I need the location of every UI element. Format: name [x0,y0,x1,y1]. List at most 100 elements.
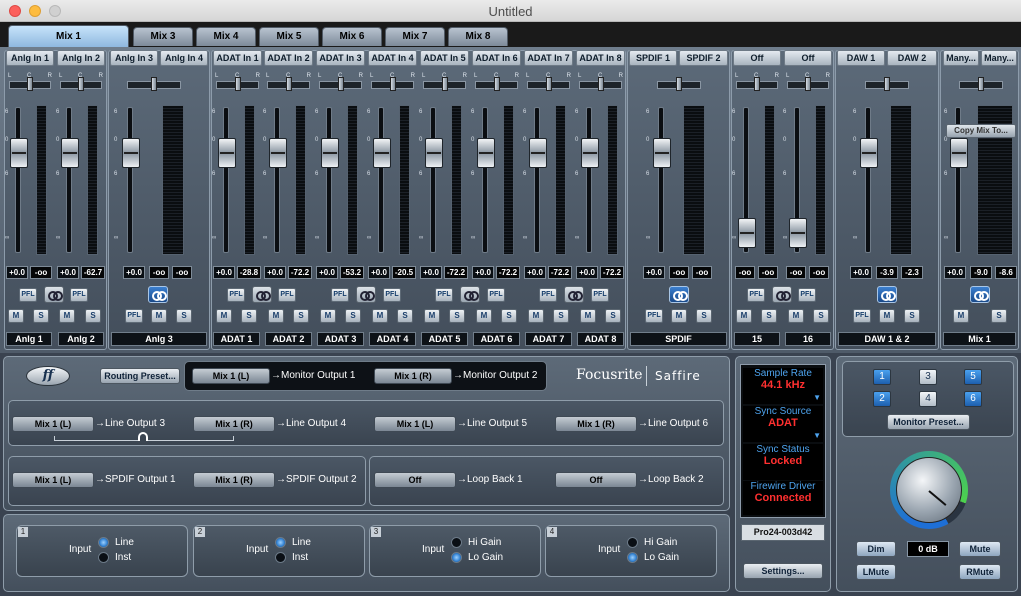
route-source-select[interactable]: Off [374,472,456,488]
mute-button[interactable]: M [320,309,336,323]
pfl-button[interactable]: PFL [125,309,143,323]
tab-mix-7[interactable]: Mix 7 [385,27,445,46]
tab-mix-8[interactable]: Mix 8 [448,27,508,46]
pfl-button[interactable]: PFL [798,288,816,302]
mute-button[interactable]: M [528,309,544,323]
solo-button[interactable]: S [449,309,465,323]
solo-button[interactable]: S [696,309,712,323]
pan-slider[interactable]: LCR [368,72,417,100]
solo-button[interactable]: S [85,309,101,323]
stereo-link-button[interactable] [970,286,990,303]
mute-button[interactable]: M [736,309,752,323]
tab-mix-3[interactable]: Mix 3 [133,27,193,46]
pan-slider[interactable]: LCR [264,72,313,100]
pan-slider[interactable]: LCR [524,72,573,100]
channel-label[interactable]: Many... [981,50,1017,66]
solo-button[interactable]: S [293,309,309,323]
pfl-button[interactable]: PFL [487,288,505,302]
pfl-button[interactable]: PFL [278,288,296,302]
lo-gain-radio[interactable] [627,552,638,563]
channel-label[interactable]: Anlg In 2 [57,50,105,66]
fader[interactable] [373,107,391,253]
channel-label[interactable]: Off [733,50,781,66]
stereo-link-button[interactable] [772,286,792,303]
solo-button[interactable]: S [605,309,621,323]
pan-slider[interactable]: LCR [57,72,105,100]
mute-button[interactable]: M [216,309,232,323]
stereo-link-button[interactable] [356,286,376,303]
channel-label[interactable]: ADAT In 8 [576,50,625,66]
route-source-select[interactable]: Off [555,472,637,488]
pan-slider[interactable] [956,72,1006,100]
stereo-link-button[interactable] [252,286,272,303]
line-radio[interactable] [275,537,286,548]
fader[interactable] [10,107,28,253]
channel-label[interactable]: DAW 2 [887,50,937,66]
solo-button[interactable]: S [397,309,413,323]
channel-label[interactable]: SPDIF 1 [629,50,677,66]
fader[interactable] [61,107,79,253]
route-source-select[interactable]: Mix 1 (R) [555,416,637,432]
stereo-link-button[interactable] [148,286,168,303]
channel-label[interactable]: Many... [943,50,979,66]
channel-label[interactable]: Anlg In 4 [160,50,208,66]
mute-button[interactable]: M [151,309,167,323]
solo-button[interactable]: S [33,309,49,323]
pfl-button[interactable]: PFL [747,288,765,302]
fader[interactable] [425,107,443,253]
mute-button[interactable]: M [879,309,895,323]
fader[interactable] [321,107,339,253]
pfl-button[interactable]: PFL [853,309,871,323]
solo-button[interactable]: S [553,309,569,323]
monitor-volume-knob[interactable] [890,451,968,529]
pfl-button[interactable]: PFL [539,288,557,302]
route-source-select[interactable]: Mix 1 (R) [193,472,275,488]
mute-button[interactable]: M [268,309,284,323]
sample-rate-display[interactable]: Sample Rate 44.1 kHz ▼ [743,368,823,404]
solo-button[interactable]: S [813,309,829,323]
channel-label[interactable]: Off [784,50,832,66]
dim-button[interactable]: Dim [856,541,896,557]
fader[interactable] [529,107,547,253]
speaker-1-button[interactable]: 1 [873,369,891,385]
tab-mix-5[interactable]: Mix 5 [259,27,319,46]
mute-button[interactable]: M [580,309,596,323]
hi-gain-radio[interactable] [627,537,638,548]
pan-slider[interactable]: LCR [420,72,469,100]
speaker-5-button[interactable]: 5 [964,369,982,385]
channel-label[interactable]: ADAT In 3 [316,50,365,66]
solo-button[interactable]: S [991,309,1007,323]
channel-label[interactable]: ADAT In 2 [264,50,313,66]
route-source-select[interactable]: Mix 1 (R) [193,416,275,432]
copy-mix-to-button[interactable]: Copy Mix To... [946,124,1016,138]
pan-slider[interactable]: LCR [213,72,262,100]
routing-preset-button[interactable]: Routing Preset... [100,368,180,384]
mute-button[interactable]: M [59,309,75,323]
mute-button[interactable]: M [372,309,388,323]
pfl-button[interactable]: PFL [227,288,245,302]
solo-button[interactable]: S [761,309,777,323]
line-radio[interactable] [98,537,109,548]
hi-gain-radio[interactable] [451,537,462,548]
pan-slider[interactable]: LCR [784,72,832,100]
sync-source-display[interactable]: Sync Source ADAT ▼ [743,406,823,442]
channel-label[interactable]: Anlg In 3 [110,50,158,66]
pan-slider[interactable]: LCR [316,72,365,100]
channel-label[interactable]: ADAT In 6 [472,50,521,66]
route-source-select[interactable]: Mix 1 (R) [374,368,452,384]
solo-button[interactable]: S [501,309,517,323]
mute-button[interactable]: M [476,309,492,323]
solo-button[interactable]: S [345,309,361,323]
channel-label[interactable]: SPDIF 2 [679,50,728,66]
left-mute-button[interactable]: LMute [856,564,896,580]
speaker-4-button[interactable]: 4 [919,391,937,407]
tab-mix-6[interactable]: Mix 6 [322,27,382,46]
fader[interactable] [477,107,495,253]
pfl-button[interactable]: PFL [70,288,88,302]
solo-button[interactable]: S [904,309,920,323]
solo-button[interactable]: S [176,309,192,323]
speaker-2-button[interactable]: 2 [873,391,891,407]
route-source-select[interactable]: Mix 1 (L) [374,416,456,432]
fader[interactable] [789,107,807,253]
route-source-select[interactable]: Mix 1 (L) [192,368,270,384]
